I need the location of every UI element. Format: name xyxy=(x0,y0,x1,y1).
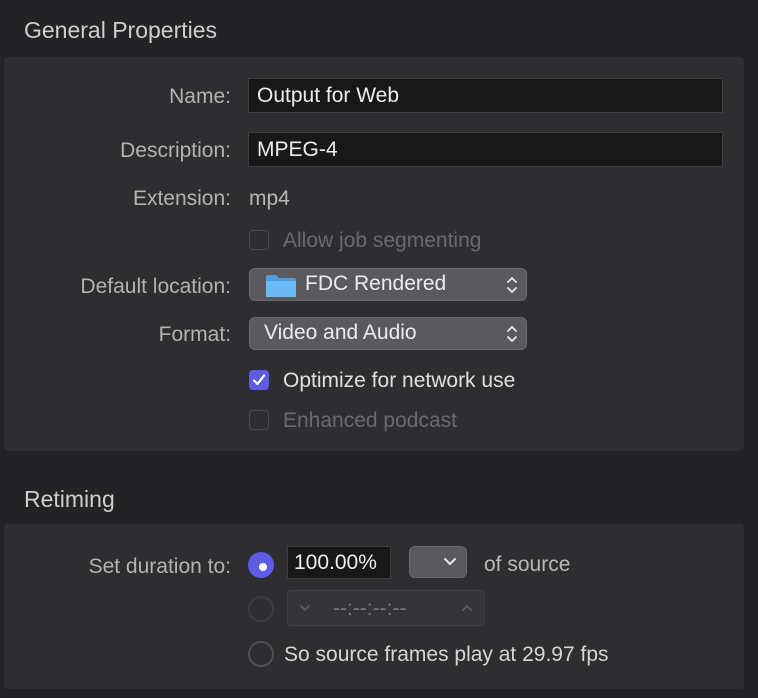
fps-option-label: So source frames play at 29.97 fps xyxy=(284,643,609,666)
format-popup[interactable]: Video and Audio xyxy=(249,317,527,350)
set-duration-label: Set duration to: xyxy=(88,555,231,578)
chevron-down-icon xyxy=(444,558,456,565)
retiming-title: Retiming xyxy=(24,486,115,512)
percent-field[interactable] xyxy=(287,546,391,579)
optimize-label: Optimize for network use xyxy=(283,369,516,392)
folder-icon xyxy=(266,275,296,297)
chevron-up-icon[interactable] xyxy=(460,603,474,613)
updown-chevron-icon xyxy=(507,326,517,342)
format-value: Video and Audio xyxy=(264,321,417,344)
default-location-value: FDC Rendered xyxy=(305,272,447,295)
podcast-label: Enhanced podcast xyxy=(283,409,457,432)
default-location-label: Default location: xyxy=(80,275,231,298)
description-field[interactable] xyxy=(248,132,723,167)
name-label: Name: xyxy=(169,85,231,108)
format-label: Format: xyxy=(158,323,231,346)
default-location-popup[interactable]: FDC Rendered xyxy=(249,268,527,301)
duration-fps-radio[interactable] xyxy=(248,641,274,667)
optimize-checkbox[interactable] xyxy=(249,370,269,390)
chevron-down-icon[interactable] xyxy=(298,603,312,613)
general-properties-title: General Properties xyxy=(24,17,218,43)
extension-value: mp4 xyxy=(249,187,290,210)
extension-label: Extension: xyxy=(132,187,231,210)
segmenting-checkbox[interactable] xyxy=(249,230,269,250)
updown-chevron-icon xyxy=(507,277,517,293)
podcast-checkbox[interactable] xyxy=(249,410,269,430)
name-field[interactable] xyxy=(248,78,723,113)
description-label: Description: xyxy=(120,139,231,162)
duration-timecode-radio[interactable] xyxy=(248,596,274,622)
of-source-label: of source xyxy=(484,553,571,576)
checkmark-icon xyxy=(252,374,266,386)
percent-dropdown[interactable] xyxy=(409,546,467,578)
timecode-stepper[interactable]: --:--:--:-- xyxy=(287,590,485,626)
segmenting-label: Allow job segmenting xyxy=(283,229,482,252)
timecode-value: --:--:--:-- xyxy=(333,597,407,620)
duration-percent-radio[interactable] xyxy=(248,552,274,578)
